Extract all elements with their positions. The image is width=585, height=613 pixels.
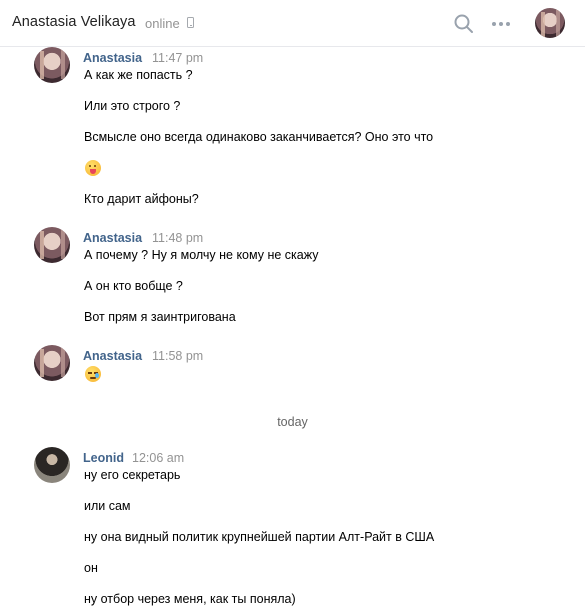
- message-text: ну его секретарь: [84, 468, 181, 482]
- avatar[interactable]: [34, 227, 70, 263]
- phone-icon: [187, 17, 194, 28]
- avatar[interactable]: [34, 447, 70, 483]
- online-status: online: [145, 16, 180, 31]
- message-time: 12:06 am: [132, 451, 185, 465]
- message-time: 11:48 pm: [152, 231, 204, 245]
- sender-name[interactable]: Leonid: [83, 451, 124, 465]
- message-text: А как же попасть ?: [84, 68, 193, 82]
- message-text: Вот прям я заинтригована: [84, 310, 236, 324]
- avatar[interactable]: [34, 345, 70, 381]
- search-icon[interactable]: [453, 13, 475, 35]
- header-avatar[interactable]: [535, 8, 565, 38]
- avatar[interactable]: [34, 47, 70, 83]
- message-text: он: [84, 561, 98, 575]
- sender-name[interactable]: Anastasia: [83, 349, 142, 363]
- more-icon[interactable]: [490, 13, 512, 35]
- face-with-tongue-icon: [85, 160, 101, 176]
- message-text: Кто дарит айфоны?: [84, 192, 199, 206]
- sender-name[interactable]: Anastasia: [83, 51, 142, 65]
- message-text: А почему ? Ну я молчу не кому не скажу: [84, 248, 319, 262]
- message-time: 11:47 pm: [152, 51, 204, 65]
- sleepy-face-icon: [85, 366, 101, 382]
- message-text: А он кто вобще ?: [84, 279, 183, 293]
- contact-name[interactable]: Anastasia Velikaya: [12, 14, 136, 30]
- message-text: Или это строго ?: [84, 99, 181, 113]
- chat-header: Anastasia Velikaya online: [0, 0, 585, 47]
- message-time: 11:58 pm: [152, 349, 204, 363]
- message-text: ну отбор через меня, как ты поняла): [84, 592, 296, 606]
- sender-name[interactable]: Anastasia: [83, 231, 142, 245]
- message-text: ну она видный политик крупнейшей партии …: [84, 530, 435, 544]
- day-separator: today: [277, 415, 308, 429]
- message-text: Всмысле оно всегда одинаково заканчивает…: [84, 130, 434, 144]
- message-text: или сам: [84, 499, 131, 513]
